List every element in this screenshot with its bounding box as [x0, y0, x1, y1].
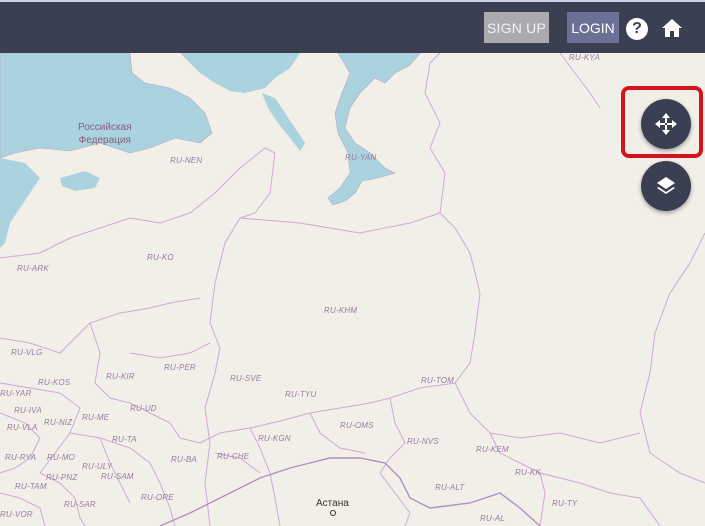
region-label: RU-VLA	[7, 423, 38, 432]
region-label: RU-AL	[480, 514, 506, 523]
layers-button[interactable]	[641, 161, 691, 211]
region-label: RU-ALT	[435, 483, 465, 492]
region-label: RU-RYA	[5, 453, 37, 462]
city-label-astana: Астана	[316, 498, 349, 509]
region-label: RU-SAM	[101, 472, 134, 481]
map-canvas[interactable]: Российская Федерация Астана RU-KYA RU-NE…	[0, 53, 705, 526]
region-label: RU-SAR	[64, 500, 96, 509]
help-icon[interactable]: ?	[626, 18, 648, 40]
region-label: RU-KGN	[258, 434, 291, 443]
region-label: RU-NVS	[407, 437, 439, 446]
place-label-line1: Российская	[78, 122, 132, 133]
region-label: RU-YAN	[345, 153, 377, 162]
region-label: RU-TOM	[421, 376, 455, 385]
region-label: RU-ORE	[141, 493, 174, 502]
region-label: RU-ULY	[82, 462, 113, 471]
region-label: RU-ME	[82, 413, 110, 422]
region-label: RU-NEN	[170, 156, 203, 165]
region-label: RU-MO	[47, 453, 76, 462]
region-label: RU-VOR	[0, 510, 33, 519]
region-label: RU-KK	[515, 468, 541, 477]
region-label: RU-KEM	[476, 445, 509, 454]
region-label: RU-PNZ	[46, 473, 78, 482]
region-label: RU-IVA	[14, 406, 42, 415]
region-label: RU-CHE	[217, 452, 250, 461]
region-label: RU-OMS	[340, 421, 374, 430]
region-label: RU-TYU	[285, 390, 317, 399]
region-label: RU-VLG	[11, 348, 43, 357]
region-label: RU-UD	[130, 404, 157, 413]
layers-icon	[657, 177, 675, 194]
region-label: RU-KIR	[106, 372, 135, 381]
login-button[interactable]: LOGIN	[567, 12, 619, 43]
region-label: RU-TAM	[15, 482, 47, 491]
place-label-russia: Российская Федерация	[78, 121, 132, 147]
region-label: RU-ARK	[17, 264, 49, 273]
region-label: RU-PER	[164, 363, 196, 372]
region-label: RU-SVE	[230, 374, 262, 383]
region-label: RU-KHM	[324, 306, 358, 315]
highlight-box	[621, 86, 703, 158]
region-label: RU-KOS	[38, 378, 71, 387]
region-label: RU-KO	[147, 253, 174, 262]
home-icon[interactable]	[661, 18, 683, 38]
signup-button[interactable]: SIGN UP	[484, 12, 549, 43]
region-label: RU-KYA	[569, 53, 600, 62]
place-label-line2: Федерация	[78, 135, 131, 146]
top-bar: SIGN UP LOGIN ?	[0, 0, 705, 53]
region-label: RU-BA	[171, 455, 197, 464]
region-label: RU-NIZ	[44, 418, 73, 427]
region-label: RU-TY	[552, 499, 578, 508]
region-label: RU-YAR	[0, 389, 32, 398]
region-label: RU-TA	[112, 435, 137, 444]
